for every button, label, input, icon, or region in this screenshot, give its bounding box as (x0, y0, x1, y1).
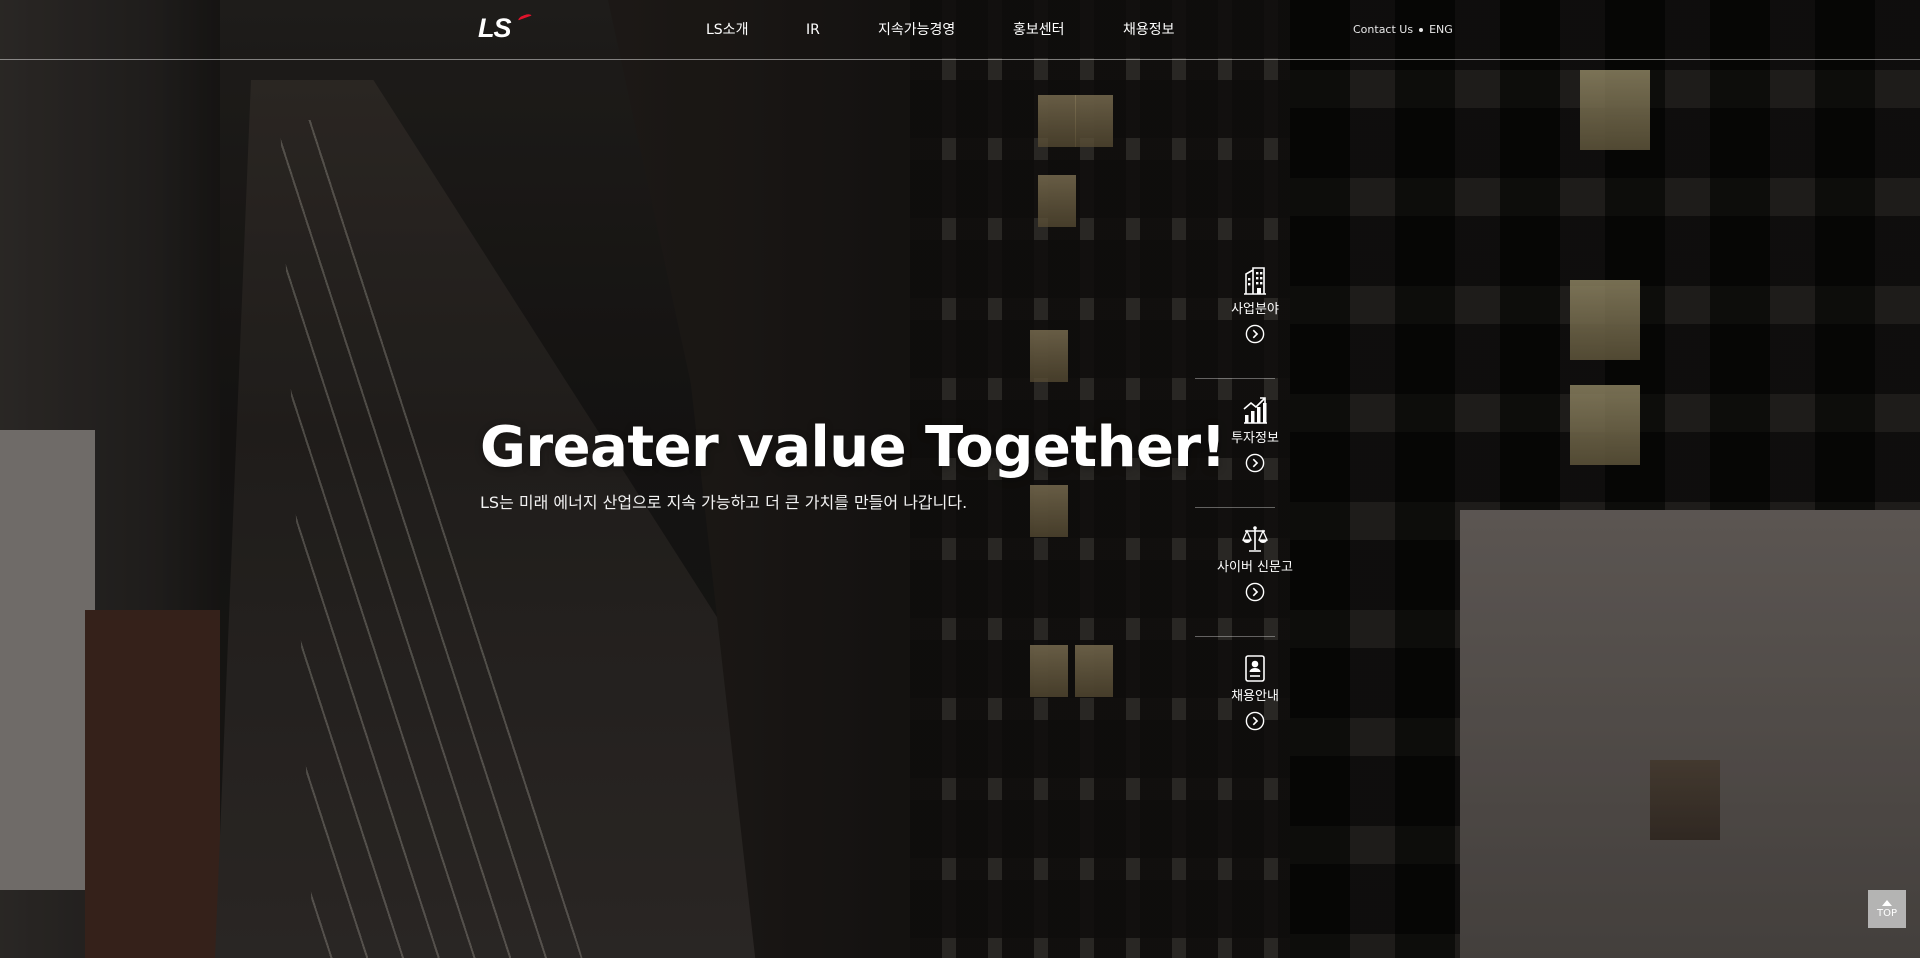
site-header: LS LS소개 IR 지속가능경영 홍보센터 채용정보 Contact Us E… (0, 0, 1920, 60)
circle-arrow-right-icon (1245, 453, 1265, 473)
nav-item-careers[interactable]: 채용정보 (1123, 20, 1175, 40)
circle-arrow-right-icon (1245, 711, 1265, 731)
ls-logo[interactable]: LS (478, 12, 534, 43)
quick-menu: 사업분야 투자정보 사이버 신문고 채용안내 (1195, 250, 1305, 766)
chart-up-icon (1243, 397, 1267, 424)
divider (1195, 636, 1275, 637)
contact-us-link[interactable]: Contact Us (1353, 22, 1413, 38)
logo-text: LS (478, 13, 512, 43)
quick-item-cyber-report[interactable]: 사이버 신문고 (1195, 524, 1305, 637)
quick-item-label: 채용안내 (1231, 689, 1279, 704)
circle-arrow-right-icon (1245, 582, 1265, 602)
top-button-label: TOP (1876, 907, 1897, 919)
divider (1195, 378, 1275, 379)
quick-item-label: 사업분야 (1231, 302, 1279, 317)
nav-item-pr-center[interactable]: 홍보센터 (1013, 20, 1065, 40)
divider (1195, 507, 1275, 508)
quick-item-business[interactable]: 사업분야 (1195, 266, 1305, 379)
scale-icon (1241, 526, 1269, 552)
quick-item-recruit[interactable]: 채용안내 (1205, 653, 1305, 766)
language-eng-link[interactable]: ENG (1429, 22, 1453, 38)
hero-section: Greater value Together! LS는 미래 에너지 산업으로 … (480, 413, 1226, 513)
quick-item-label: 투자정보 (1231, 431, 1279, 446)
nav-item-ir[interactable]: IR (806, 20, 820, 40)
nav-item-sustainability[interactable]: 지속가능경영 (878, 20, 955, 40)
hero-title: Greater value Together! (480, 415, 1226, 480)
logo-swoosh-icon (517, 12, 533, 24)
header-utils: Contact Us ENG (1353, 22, 1453, 38)
scroll-top-button[interactable]: TOP (1868, 890, 1906, 928)
quick-item-label: 사이버 신문고 (1217, 560, 1293, 575)
circle-arrow-right-icon (1245, 324, 1265, 344)
separator-dot (1419, 28, 1424, 32)
id-card-icon (1245, 655, 1265, 682)
caret-up-icon (1882, 899, 1892, 906)
hero-subtitle: LS는 미래 에너지 산업으로 지속 가능하고 더 큰 가치를 만들어 나갑니다… (480, 493, 968, 512)
building-icon (1244, 267, 1266, 295)
quick-item-investment[interactable]: 투자정보 (1195, 395, 1305, 508)
nav-item-ls-intro[interactable]: LS소개 (706, 20, 748, 40)
